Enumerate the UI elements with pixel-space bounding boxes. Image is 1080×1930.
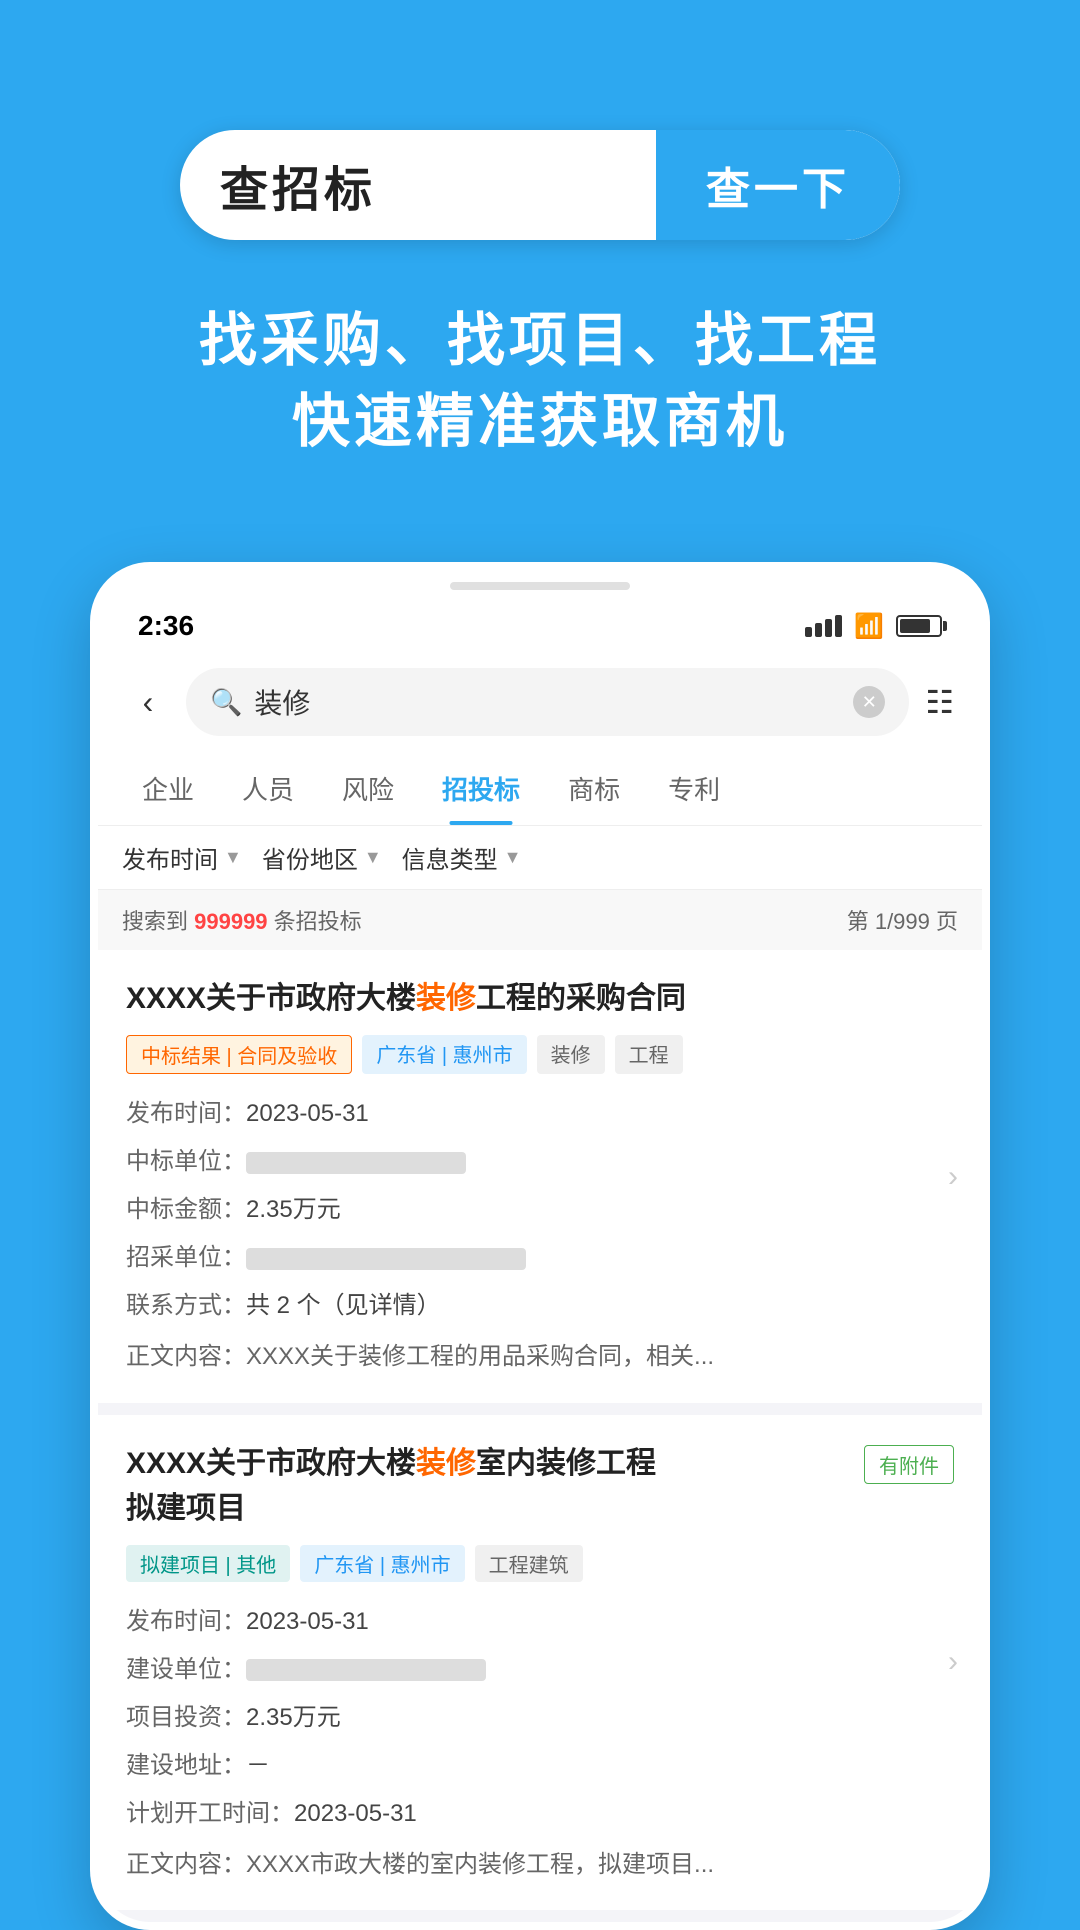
tab-enterprise[interactable]: 企业	[118, 752, 218, 825]
search-input-label: 查招标	[220, 150, 376, 220]
tag-region: 广东省 | 惠州市	[362, 1035, 526, 1074]
results-count: 999999	[194, 909, 267, 934]
filter-row: 发布时间 ▼ 省份地区 ▼ 信息类型 ▼	[98, 826, 982, 890]
main-search-bar[interactable]: 查招标 查一下	[180, 130, 900, 240]
results-prefix: 搜索到	[122, 909, 194, 934]
phone-mockup: 2:36 📶 ‹ 🔍 装修 ✕ ☷ 企业 人员	[90, 562, 990, 1930]
results-summary: 搜索到 999999 条招投标	[122, 904, 362, 936]
tag-region2: 广东省 | 惠州市	[300, 1545, 464, 1582]
results-suffix: 条招投标	[268, 909, 362, 934]
field-address: 建设地址：－	[126, 1742, 954, 1790]
blurred-winner	[246, 1152, 466, 1174]
status-time: 2:36	[138, 610, 194, 642]
hero-text: 找采购、找项目、找工程 快速精准获取商机	[199, 300, 881, 462]
phone-container: 2:36 📶 ‹ 🔍 装修 ✕ ☷ 企业 人员	[0, 562, 1080, 1930]
filter-publish-time[interactable]: 发布时间 ▼	[122, 840, 242, 875]
field-amount: 中标金额：2.35万元	[126, 1186, 954, 1234]
filter-info-type[interactable]: 信息类型 ▼	[402, 840, 522, 875]
blurred-builder	[246, 1659, 486, 1681]
card-1-info: 发布时间：2023-05-31 中标单位： 中标金额：2.35万元 招采单位： …	[126, 1090, 954, 1330]
search-icon: 🔍	[210, 687, 242, 718]
tab-trademark[interactable]: 商标	[544, 752, 644, 825]
chevron-down-icon: ▼	[504, 847, 522, 868]
hero-line1: 找采购、找项目、找工程	[199, 300, 881, 381]
tag-category2: 工程	[615, 1035, 683, 1074]
status-icons: 📶	[805, 612, 942, 641]
search-button[interactable]: 查一下	[656, 130, 900, 240]
wifi-icon: 📶	[854, 612, 884, 641]
card-2-title: XXXX关于市政府大楼装修室内装修工程 拟建项目	[126, 1441, 864, 1531]
card-1-tags: 中标结果 | 合同及验收 广东省 | 惠州市 装修 工程	[126, 1035, 954, 1074]
field-start-time: 计划开工时间：2023-05-31	[126, 1790, 954, 1838]
tag-category3: 工程建筑	[475, 1545, 583, 1582]
results-info: 搜索到 999999 条招投标 第 1/999 页	[98, 890, 982, 950]
attachment-badge: 有附件	[864, 1445, 954, 1484]
search-value: 装修	[254, 682, 841, 722]
tag-project-type: 拟建项目 | 其他	[126, 1545, 290, 1582]
tabs-row: 企业 人员 风险 招投标 商标 专利	[98, 752, 982, 826]
card-1-content: 正文内容：XXXX关于装修工程的用品采购合同，相关...	[126, 1338, 954, 1376]
chevron-down-icon: ▼	[224, 847, 242, 868]
filter-region[interactable]: 省份地区 ▼	[262, 840, 382, 875]
chevron-right-icon2: ›	[948, 1645, 958, 1679]
blurred-purchaser	[246, 1248, 526, 1270]
signal-icon	[805, 615, 842, 637]
app-search-input[interactable]: 🔍 装修 ✕	[186, 668, 909, 736]
clear-button[interactable]: ✕	[853, 686, 885, 718]
battery-icon	[896, 615, 942, 637]
field-publish-time2: 发布时间：2023-05-31	[126, 1598, 954, 1646]
hero-line2: 快速精准获取商机	[199, 381, 881, 462]
result-card-1[interactable]: XXXX关于市政府大楼装修工程的采购合同 中标结果 | 合同及验收 广东省 | …	[98, 950, 982, 1414]
card-2-info: 发布时间：2023-05-31 建设单位： 项目投资：2.35万元 建设地址：－…	[126, 1598, 954, 1838]
field-publish-time: 发布时间：2023-05-31	[126, 1090, 954, 1138]
card-2-tags: 拟建项目 | 其他 广东省 | 惠州市 工程建筑	[126, 1545, 954, 1582]
chevron-right-icon: ›	[948, 1160, 958, 1194]
tab-risk[interactable]: 风险	[318, 752, 418, 825]
field-winner: 中标单位：	[126, 1138, 954, 1186]
tag-category1: 装修	[537, 1035, 605, 1074]
tab-bidding[interactable]: 招投标	[418, 752, 544, 825]
field-contact: 联系方式：共 2 个（见详情）	[126, 1282, 954, 1330]
field-purchaser: 招采单位：	[126, 1234, 954, 1282]
tab-patent[interactable]: 专利	[644, 752, 744, 825]
result-card-2[interactable]: XXXX关于市政府大楼装修室内装修工程 拟建项目 有附件 拟建项目 | 其他 广…	[98, 1415, 982, 1922]
card-2-content: 正文内容：XXXX市政大楼的室内装修工程，拟建项目...	[126, 1846, 954, 1884]
top-section: 查招标 查一下 找采购、找项目、找工程 快速精准获取商机	[0, 0, 1080, 522]
field-builder: 建设单位：	[126, 1646, 954, 1694]
app-search-row: ‹ 🔍 装修 ✕ ☷	[98, 652, 982, 752]
page-info: 第 1/999 页	[847, 904, 958, 936]
back-button[interactable]: ‹	[126, 684, 170, 721]
field-investment: 项目投资：2.35万元	[126, 1694, 954, 1742]
card-1-title: XXXX关于市政府大楼装修工程的采购合同	[126, 976, 954, 1021]
tab-personnel[interactable]: 人员	[218, 752, 318, 825]
phone-notch	[450, 582, 630, 590]
search-input-area[interactable]: 查招标	[180, 130, 656, 240]
status-bar: 2:36 📶	[98, 590, 982, 652]
tag-result-type: 中标结果 | 合同及验收	[126, 1035, 352, 1074]
chevron-down-icon: ▼	[364, 847, 382, 868]
filter-icon[interactable]: ☷	[925, 683, 954, 721]
